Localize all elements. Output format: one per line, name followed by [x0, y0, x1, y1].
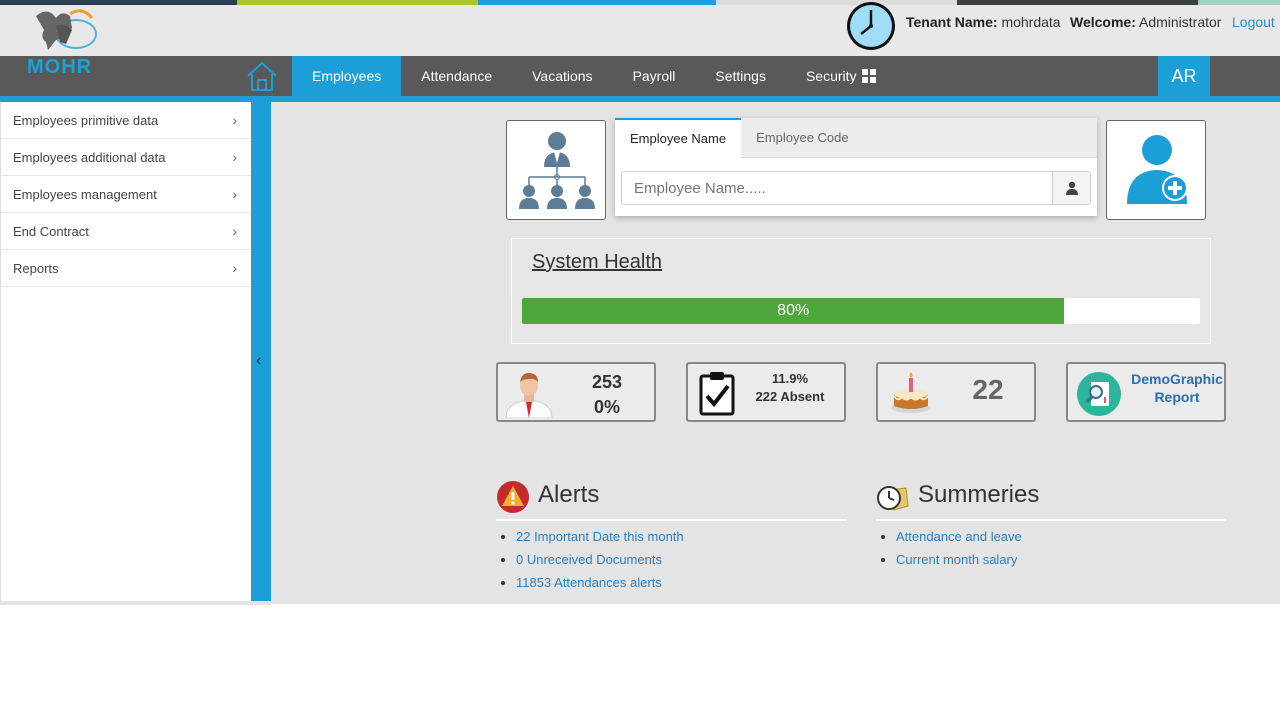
sidebar-item-label: End Contract	[13, 224, 89, 239]
absence-count: 222 Absent	[755, 389, 825, 404]
alerts-list: 22 Important Date this month 0 Unreceive…	[496, 525, 846, 594]
sidebar-item-additional-data[interactable]: Employees additional data ›	[1, 139, 251, 176]
list-item: 22 Important Date this month	[516, 525, 846, 548]
employees-count-card[interactable]: 253 0%	[496, 362, 656, 422]
alert-link-attendance-alerts[interactable]: 11853 Attendances alerts	[516, 575, 662, 590]
nav-employees[interactable]: Employees	[292, 56, 402, 96]
sidebar-item-management[interactable]: Employees management ›	[1, 176, 251, 213]
language-ar-button[interactable]: AR	[1158, 56, 1210, 96]
chevron-right-icon: ›	[232, 223, 237, 239]
welcome-value: Administrator	[1139, 14, 1222, 30]
summary-link-month-salary[interactable]: Current month salary	[896, 552, 1017, 567]
employee-search-input[interactable]	[622, 172, 1052, 204]
add-employee-button[interactable]	[1106, 120, 1206, 220]
chevron-right-icon: ›	[232, 186, 237, 202]
nav-vacations[interactable]: Vacations	[512, 56, 612, 96]
alert-link-important-dates[interactable]: 22 Important Date this month	[516, 529, 684, 544]
org-chart-button[interactable]	[506, 120, 606, 220]
header	[0, 5, 1280, 56]
mohr-logo	[36, 9, 97, 51]
clock-icon	[847, 2, 895, 50]
welcome-info: Welcome: Administrator	[1070, 14, 1221, 30]
nav-attendance[interactable]: Attendance	[401, 56, 512, 96]
summeries-title: Summeries	[918, 481, 1040, 508]
home-icon[interactable]	[244, 58, 280, 94]
sidebar-item-label: Employees management	[13, 187, 157, 202]
app-root: Tenant Name: mohrdata Welcome: Administr…	[0, 0, 1280, 720]
list-item: 11853 Attendances alerts	[516, 571, 846, 594]
tenant-value: mohrdata	[1001, 14, 1061, 30]
sidebar-item-label: Employees primitive data	[13, 113, 159, 128]
health-progress-track: 80%	[522, 298, 1200, 324]
add-user-icon	[1127, 135, 1188, 204]
alerts-title: Alerts	[538, 481, 600, 508]
tab-employee-name[interactable]: Employee Name	[615, 118, 742, 158]
sidebar: Employees primitive data › Employees add…	[0, 102, 251, 601]
employees-percent: 0%	[593, 397, 620, 417]
birthdays-card[interactable]: 22	[876, 362, 1036, 422]
search-tabs: Employee Name Employee Code	[615, 118, 1097, 158]
brand-name: MOHR	[27, 56, 93, 78]
absence-percent: 11.9%	[771, 371, 809, 386]
list-item: Current month salary	[896, 548, 1226, 571]
birthdays-count: 22	[972, 374, 1004, 405]
logout-link[interactable]: Logout	[1232, 14, 1275, 30]
apps-grid-icon[interactable]	[862, 69, 876, 83]
summary-clock-icon	[877, 486, 909, 511]
sidebar-item-label: Reports	[13, 261, 59, 276]
sidebar-bottom-border	[0, 601, 271, 605]
sidebar-item-primitive-data[interactable]: Employees primitive data ›	[1, 102, 251, 139]
alert-warning-icon	[497, 481, 529, 513]
employee-avatar-icon	[505, 372, 553, 418]
summeries-list: Attendance and leave Current month salar…	[876, 525, 1226, 571]
collapse-sidebar-icon[interactable]: ‹	[256, 352, 261, 370]
welcome-label: Welcome:	[1070, 14, 1136, 30]
demographic-report-card[interactable]: DemoGraphic Report	[1066, 362, 1226, 422]
sidebar-item-label: Employees additional data	[13, 150, 166, 165]
list-item: 0 Unreceived Documents	[516, 548, 846, 571]
tab-employee-code[interactable]: Employee Code	[741, 118, 864, 158]
demographic-label-1: DemoGraphic	[1131, 371, 1223, 387]
search-person-button[interactable]	[1052, 172, 1090, 204]
search-row	[621, 171, 1091, 205]
list-item: Attendance and leave	[896, 525, 1226, 548]
org-chart-icon	[519, 132, 595, 209]
chevron-right-icon: ›	[232, 112, 237, 128]
tenant-info: Tenant Name: mohrdata	[906, 14, 1061, 30]
nav-settings[interactable]: Settings	[695, 56, 786, 96]
health-progress-label: 80%	[777, 302, 810, 319]
chevron-right-icon: ›	[232, 260, 237, 276]
absence-card[interactable]: 11.9% 222 Absent	[686, 362, 846, 422]
alerts-divider	[496, 519, 846, 521]
summary-link-attendance-leave[interactable]: Attendance and leave	[896, 529, 1022, 544]
employee-search-panel: Employee Name Employee Code	[615, 118, 1097, 216]
employees-count: 253	[591, 372, 623, 392]
demographic-report-icon	[1077, 372, 1121, 416]
summeries-divider	[876, 519, 1226, 521]
person-icon	[1065, 181, 1078, 195]
demographic-label-2: Report	[1154, 389, 1200, 405]
alert-link-unreceived-documents[interactable]: 0 Unreceived Documents	[516, 552, 662, 567]
birthday-cake-icon	[891, 372, 931, 413]
chevron-right-icon: ›	[232, 149, 237, 165]
clipboard-check-icon	[699, 372, 735, 416]
system-health-panel: System Health 80%	[511, 238, 1211, 344]
sidebar-item-reports[interactable]: Reports ›	[1, 250, 251, 287]
nav-menu: Employees Attendance Vacations Payroll S…	[292, 56, 877, 96]
tenant-label: Tenant Name:	[906, 14, 998, 30]
sidebar-item-end-contract[interactable]: End Contract ›	[1, 213, 251, 250]
nav-payroll[interactable]: Payroll	[613, 56, 696, 96]
system-health-title[interactable]: System Health	[532, 251, 662, 274]
